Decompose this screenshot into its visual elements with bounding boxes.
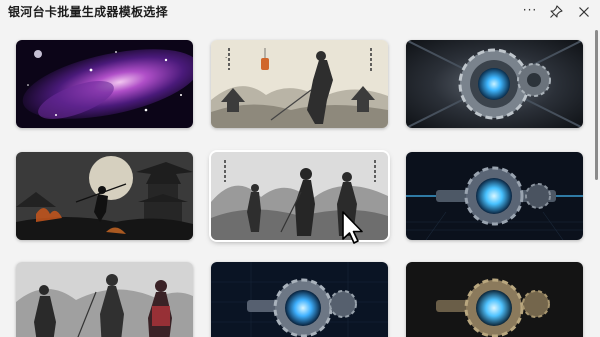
ink-swordsman-image: ·	[211, 40, 388, 128]
galaxy-nebula-image	[16, 40, 193, 128]
svg-text:·: ·	[225, 54, 227, 62]
title-bar: 银河台卡批量生成器模板选择 ···	[0, 0, 600, 24]
close-button[interactable]	[573, 2, 595, 22]
mouse-cursor-icon	[342, 211, 363, 244]
vertical-scrollbar[interactable]	[593, 24, 600, 337]
close-icon	[579, 7, 589, 17]
template-card-ink-swordsman[interactable]: ·	[211, 40, 388, 128]
mechanical-gear-grid-image	[211, 262, 388, 337]
pin-button[interactable]	[545, 2, 567, 22]
more-options-button[interactable]: ···	[519, 0, 541, 20]
template-card-red-armor[interactable]	[16, 262, 193, 337]
moonlit-pagoda-image	[16, 152, 193, 240]
mechanical-gear-image	[406, 40, 583, 128]
template-card-gear-dark[interactable]	[406, 152, 583, 240]
template-card-galaxy[interactable]	[16, 40, 193, 128]
scrollbar-thumb[interactable]	[595, 30, 598, 180]
ink-warriors-red-image	[16, 262, 193, 337]
template-card-gear-blue[interactable]	[406, 40, 583, 128]
template-grid: ·	[0, 24, 600, 337]
template-card-gear-bronze[interactable]	[406, 262, 583, 337]
template-card-moon-pagoda[interactable]	[16, 152, 193, 240]
template-card-gear-grid[interactable]	[211, 262, 388, 337]
mechanical-gear-dark-image	[406, 152, 583, 240]
window-title: 银河台卡批量生成器模板选择	[8, 5, 168, 19]
mechanical-gear-bronze-image	[406, 262, 583, 337]
pin-icon	[550, 5, 563, 18]
